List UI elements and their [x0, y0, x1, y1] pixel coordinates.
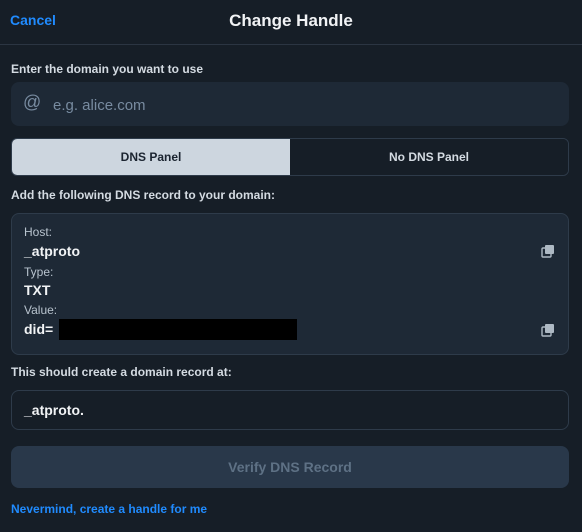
verify-dns-record-button[interactable]: Verify DNS Record: [11, 446, 569, 488]
at-sign-icon: @: [23, 92, 42, 112]
domain-input[interactable]: [51, 82, 555, 128]
nevermind-link[interactable]: Nevermind, create a handle for me: [11, 502, 207, 516]
host-label: Host:: [24, 225, 53, 239]
dns-mode-tabs: DNS Panel No DNS Panel: [11, 138, 569, 176]
redacted-value: [59, 319, 297, 340]
modal-header: Cancel Change Handle: [0, 0, 582, 45]
type-value: TXT: [24, 282, 51, 298]
page-title: Change Handle: [229, 11, 353, 30]
tab-dns-panel[interactable]: DNS Panel: [12, 139, 290, 175]
domain-input-wrapper[interactable]: @: [11, 82, 569, 128]
dns-record-instruction: Add the following DNS record to your dom…: [11, 188, 275, 202]
copy-value-icon[interactable]: [541, 323, 555, 337]
tab-no-dns-panel[interactable]: No DNS Panel: [290, 139, 568, 175]
cancel-button[interactable]: Cancel: [10, 12, 56, 28]
domain-record-label: This should create a domain record at:: [11, 365, 232, 379]
domain-input-label: Enter the domain you want to use: [11, 62, 204, 76]
value-value: did=: [24, 321, 54, 337]
domain-record-value: _atproto.: [24, 402, 84, 418]
domain-record-field: _atproto.: [11, 390, 569, 430]
type-label: Type:: [24, 265, 54, 279]
host-value: _atproto: [24, 243, 80, 259]
value-label: Value:: [24, 303, 58, 317]
dns-record-box: Host: _atproto Type: TXT Value: did=: [11, 213, 569, 355]
copy-host-icon[interactable]: [541, 244, 555, 258]
